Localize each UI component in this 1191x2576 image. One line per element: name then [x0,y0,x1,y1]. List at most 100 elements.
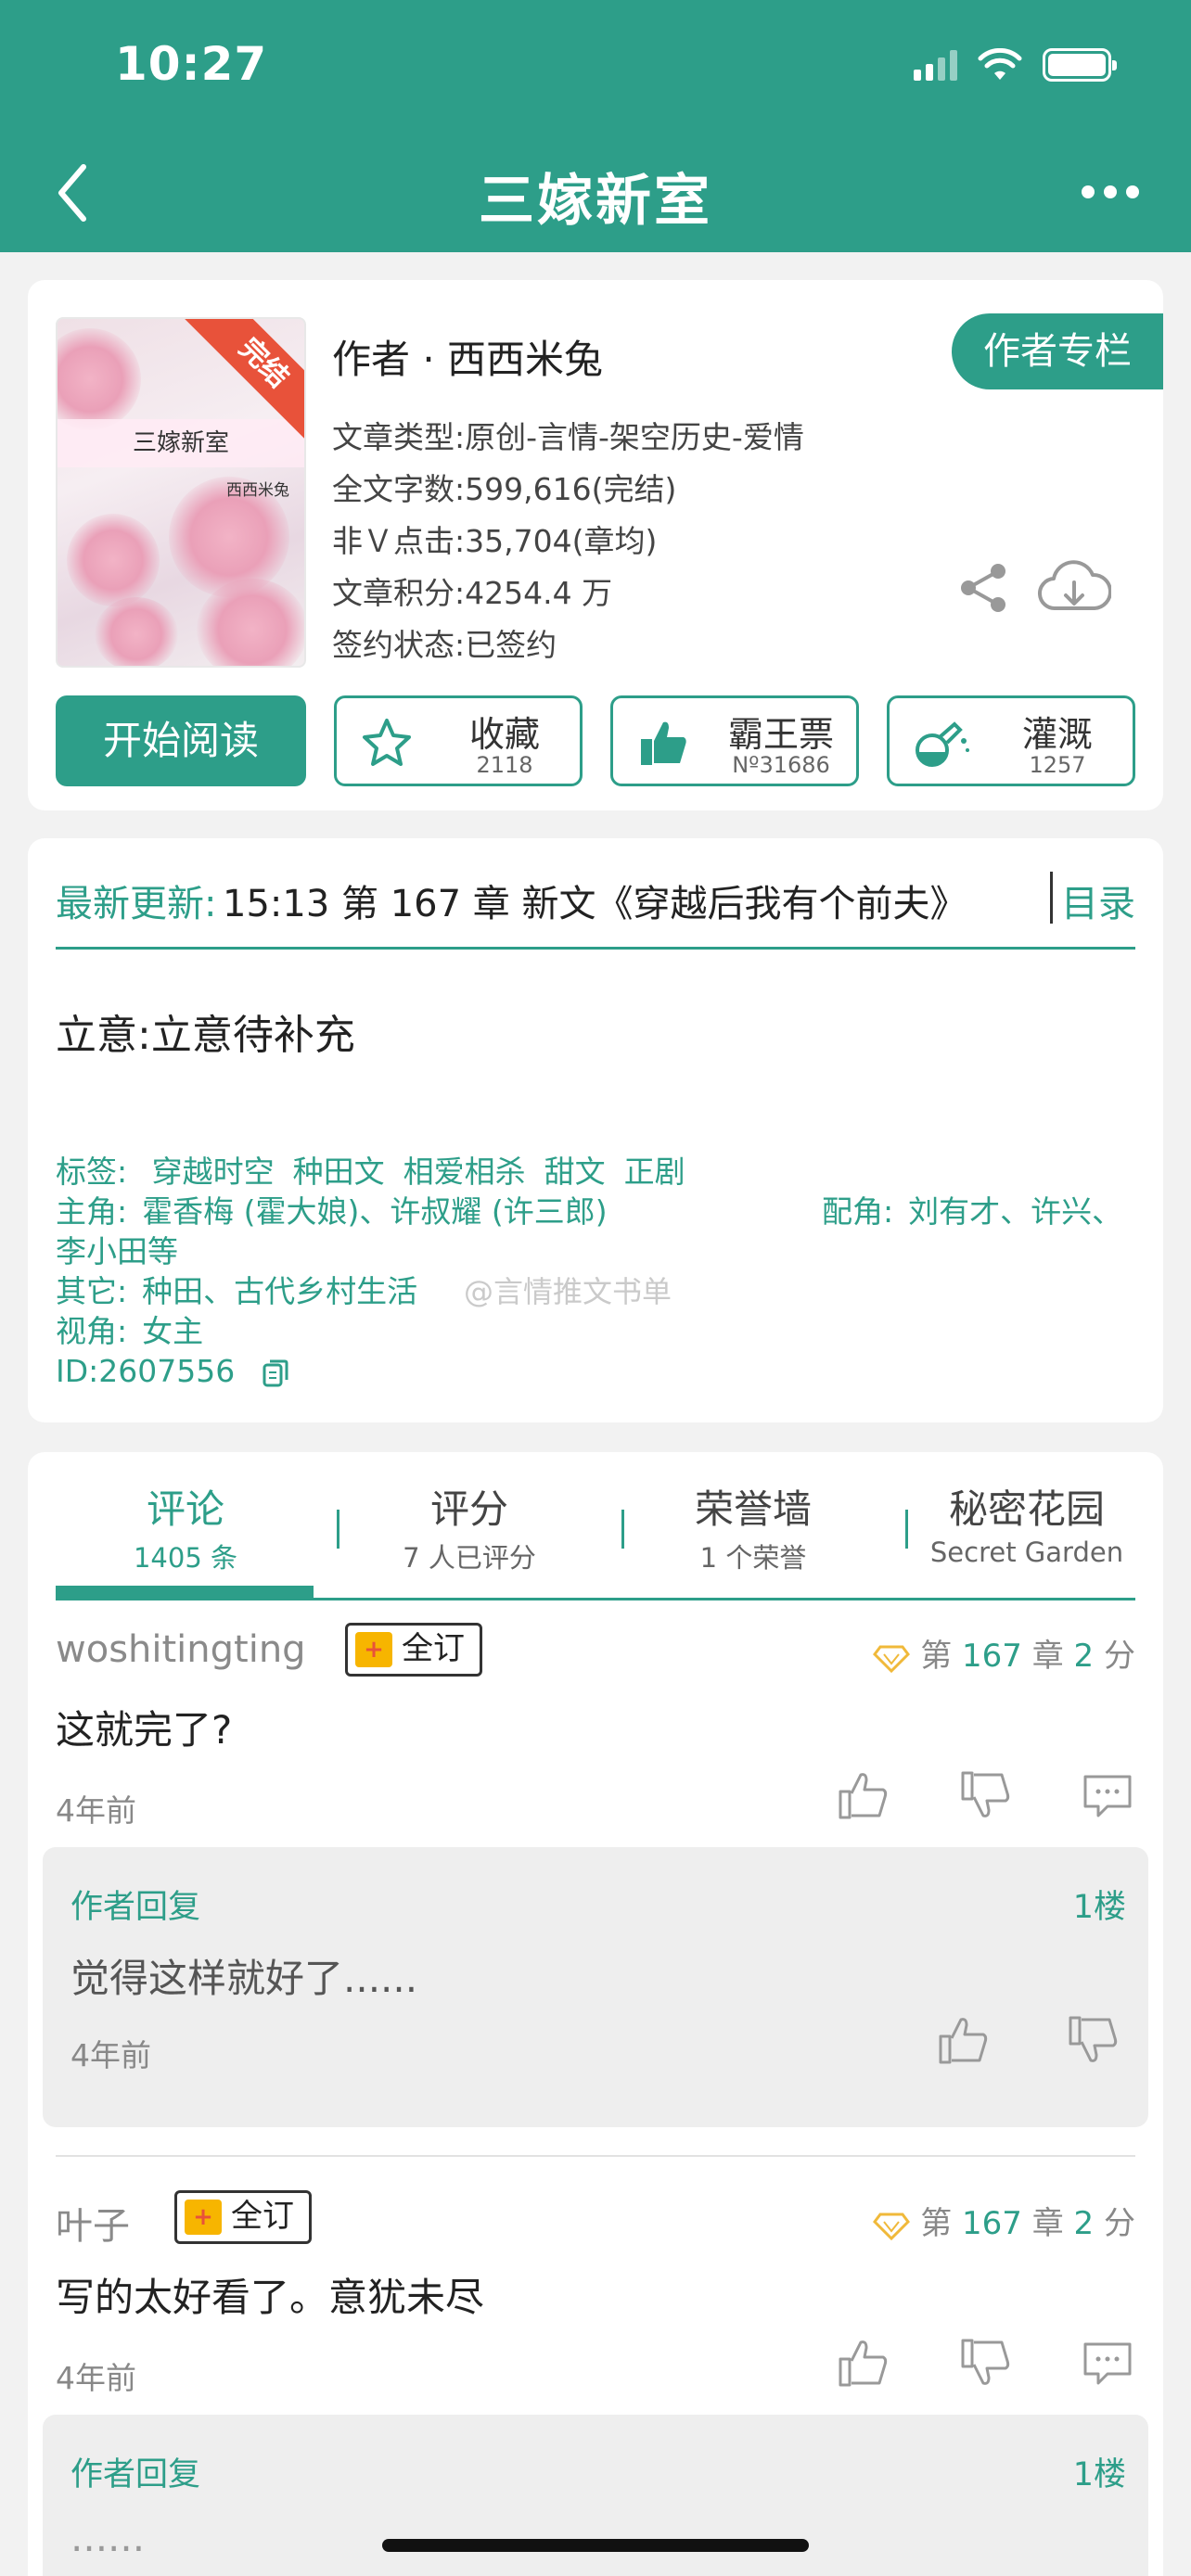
latest-update-bar[interactable]: 最新更新: 15:13 第 167 章 新文《穿越后我有个前夫》 目录 [56,866,1135,950]
tab-ratings[interactable]: 评分 7 人已评分 [339,1478,599,1575]
thumbs-up-icon [641,721,686,765]
comment-score: 2 [1073,1638,1095,1675]
diamond-icon [873,2213,911,2240]
copy-icon[interactable] [262,1358,289,1389]
active-tab-indicator [56,1586,314,1600]
comment-chapter: 第 167 章 2 分 [873,1630,1135,1676]
pov-label: 视角: [56,1313,128,1349]
tab-label: 评分 [429,1486,508,1532]
reply-floor: 1楼 [1072,2456,1126,2493]
badge-label: 全订 [231,2198,294,2235]
start-reading-button[interactable]: 开始阅读 [56,695,306,786]
author-column-button[interactable]: 作者专栏 [952,313,1163,389]
tab-secret-garden[interactable]: 秘密花园 Secret Garden [909,1478,1145,1568]
tag-item[interactable]: 穿越时空 [152,1154,275,1190]
reply-text: 觉得这样就好了...... [70,1956,418,2001]
badge-label: 全订 [402,1630,465,1667]
book-type: 文章类型:原创-言情-架空历史-爱情 [332,419,804,455]
tag-item[interactable]: 甜文 [544,1154,606,1190]
comment-item: 叶子 + 全订 第 167 章 2 分 写的太好看了。意犹未尽 4年前 [56,2190,1135,2428]
supporting-label: 配角: [822,1193,894,1230]
comment-username[interactable]: woshitingting [56,1628,306,1671]
favorite-button[interactable]: 收藏 2118 [334,695,583,786]
comment-username[interactable]: 叶子 [56,2196,130,2250]
book-theme: 立意:立意待补充 [56,1012,355,1059]
latest-update-text[interactable]: 15:13 第 167 章 新文《穿越后我有个前夫》 [223,874,1020,927]
chapter-prefix: 第 [920,2205,953,2242]
other-value: 种田、古代乡村生活 [142,1273,418,1309]
dislike-icon[interactable] [1065,2012,1121,2068]
dislike-icon[interactable] [957,2335,1013,2391]
app-header: 10:27 三嫁新室 [0,0,1191,252]
like-icon[interactable] [835,1767,890,1823]
irrigate-label: 灌溉 [1021,714,1093,755]
comment-tabs: 评论 1405 条 评分 7 人已评分 荣誉墙 1 个荣誉 秘密花园 Secre… [56,1471,1135,1600]
comment-chapter: 第 167 章 2 分 [873,2198,1135,2243]
share-icon[interactable] [955,560,1011,616]
download-icon[interactable] [1037,558,1111,618]
wifi-icon [978,48,1022,80]
comment-item: woshitingting + 全订 第 167 章 2 分 这就完了? 4年前 [56,1623,1135,1860]
reply-text: ...... [70,2515,146,2560]
nutrient-bottle-icon [916,721,969,767]
comment-time: 4年前 [56,1792,136,1829]
irrigate-button[interactable]: 灌溉 1257 [887,695,1135,786]
tab-label: 荣誉墙 [694,1486,812,1532]
supporting-value: 刘有才、许兴、 [908,1193,1123,1230]
comment-score: 2 [1073,2205,1095,2242]
comment-actions [835,2335,1135,2391]
comment-actions [835,1767,1135,1823]
comment-text: 写的太好看了。意犹未尽 [56,2275,485,2320]
other-label: 其它: [56,1273,128,1309]
tag-item[interactable]: 种田文 [293,1154,385,1190]
book-word-count: 全文字数:599,616(完结) [332,471,677,507]
full-subscription-badge: + 全订 [174,2190,312,2244]
tab-label: 评论 [146,1486,224,1532]
score-unit: 分 [1104,1638,1135,1675]
more-icon[interactable] [1082,185,1139,198]
tags-label: 标签: [56,1154,128,1190]
full-subscription-badge: + 全订 [345,1623,482,1677]
like-icon[interactable] [935,2012,991,2068]
like-icon[interactable] [835,2335,890,2391]
chapter-suffix: 章 [1031,2205,1064,2242]
author-name[interactable]: 作者 · 西西米兔 [332,328,603,385]
watermark: @言情推文书单 [464,1274,672,1309]
protagonist-label: 主角: [56,1193,128,1230]
book-cover[interactable]: 三嫁新室 西西米兔 完结 [56,317,306,668]
comment-text: 这就完了? [56,1707,233,1753]
dislike-icon[interactable] [957,1767,1013,1823]
catalog-link[interactable]: 目录 [1061,874,1135,927]
home-indicator[interactable] [382,2539,809,2552]
separator [1050,872,1053,924]
overlord-ticket-button[interactable]: 霸王票 Nº31686 [610,695,859,786]
author-reply: 作者回复 1楼 觉得这样就好了...... 4年前 [43,1847,1148,2127]
reply-time: 4年前 [70,2037,151,2073]
cover-title: 三嫁新室 [58,419,304,467]
tab-sublabel: 1 个荣誉 [699,1542,807,1574]
tab-sublabel: Secret Garden [929,1537,1124,1568]
author-reply-label: 作者回复 [70,1889,201,1926]
chapter-suffix: 章 [1031,1638,1064,1675]
reply-icon[interactable] [1080,1767,1135,1823]
tab-sublabel: 1405 条 [133,1542,238,1574]
reply-icon[interactable] [1080,2335,1135,2391]
author-reply-label: 作者回复 [70,2456,201,2493]
bookmark-icon: + [185,2200,222,2235]
tab-comments[interactable]: 评论 1405 条 [56,1478,315,1575]
bookmark-icon: + [355,1632,392,1667]
score-unit: 分 [1104,2205,1135,2242]
book-id: ID:2607556 [56,1353,236,1389]
tag-item[interactable]: 正剧 [624,1154,685,1190]
book-contract: 签约状态:已签约 [332,627,557,663]
tag-list: 穿越时空 种田文 相爱相杀 甜文 正剧 [152,1154,704,1190]
protagonist-value: 霍香梅 (霍大娘)、许叔耀 (许三郎) [142,1193,608,1230]
tag-item[interactable]: 相爱相杀 [403,1154,526,1190]
favorite-count: 2118 [476,752,533,778]
supporting-value-cont: 李小田等 [56,1233,178,1269]
tab-honor-wall[interactable]: 荣誉墙 1 个荣誉 [623,1478,883,1575]
favorite-label: 收藏 [468,714,540,755]
battery-icon [1043,48,1117,82]
reply-actions [935,2012,1121,2068]
page-title: 三嫁新室 [479,169,712,234]
